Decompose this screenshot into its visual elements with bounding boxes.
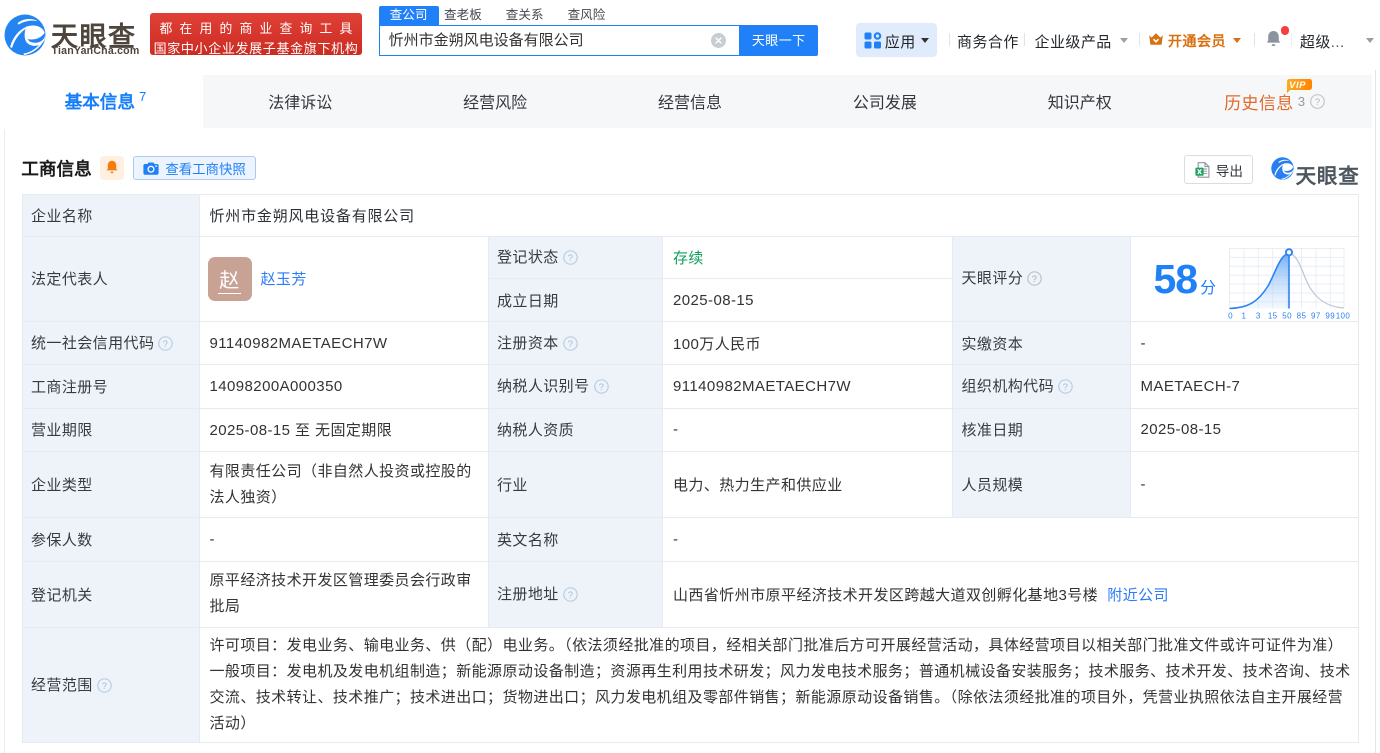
svg-text:?: ? <box>1032 274 1038 285</box>
svg-text:100: 100 <box>1335 311 1350 320</box>
svg-text:1: 1 <box>1241 311 1246 320</box>
svg-text:?: ? <box>567 253 573 264</box>
svg-text:15: 15 <box>1267 311 1277 320</box>
svg-text:?: ? <box>101 680 107 691</box>
svg-text:?: ? <box>1063 382 1069 393</box>
svg-text:?: ? <box>1315 97 1320 108</box>
svg-text:?: ? <box>163 339 169 350</box>
svg-text:3: 3 <box>1255 311 1260 320</box>
svg-text:?: ? <box>598 382 604 393</box>
svg-text:85: 85 <box>1296 311 1306 320</box>
svg-text:99: 99 <box>1325 311 1335 320</box>
svg-text:?: ? <box>567 339 573 350</box>
svg-text:?: ? <box>567 590 573 601</box>
svg-text:97: 97 <box>1311 311 1321 320</box>
svg-text:50: 50 <box>1282 311 1292 320</box>
svg-text:0: 0 <box>1228 311 1233 320</box>
